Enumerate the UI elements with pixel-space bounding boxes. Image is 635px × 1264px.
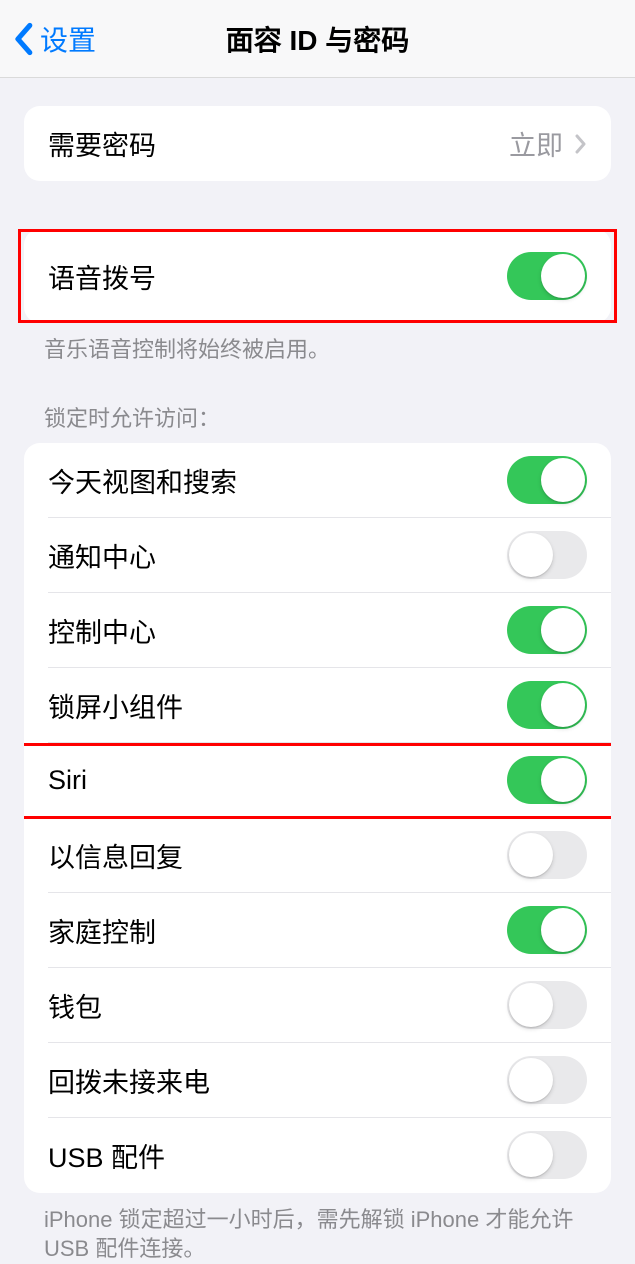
lock-access-row: 控制中心 (24, 593, 611, 668)
lock-access-label: 家庭控制 (48, 911, 156, 950)
require-passcode-group: 需要密码 立即 (24, 106, 611, 181)
lock-access-row: 今天视图和搜索 (24, 443, 611, 518)
lock-access-label: 回拨未接来电 (48, 1061, 210, 1100)
require-passcode-row[interactable]: 需要密码 立即 (24, 106, 611, 181)
lock-access-label: 以信息回复 (48, 836, 183, 875)
lock-access-row: 回拨未接来电 (24, 1043, 611, 1118)
row-value: 立即 (509, 124, 587, 163)
navigation-bar: 设置 面容 ID 与密码 (0, 0, 635, 78)
lock-access-row: USB 配件 (24, 1118, 611, 1193)
back-button[interactable]: 设置 (12, 19, 96, 59)
lock-access-row: 以信息回复 (24, 818, 611, 893)
lock-access-toggle[interactable] (507, 831, 587, 879)
lock-access-label: 锁屏小组件 (48, 686, 183, 725)
lock-access-header: 锁定时允许访问： (44, 401, 591, 433)
require-passcode-label: 需要密码 (48, 124, 156, 163)
back-label: 设置 (40, 19, 96, 59)
lock-access-group: 今天视图和搜索通知中心控制中心锁屏小组件 Siri 以信息回复家庭控制钱包回拨未接来… (24, 443, 611, 1193)
lock-access-label: Siri (48, 765, 87, 796)
lock-access-label: 通知中心 (48, 536, 156, 575)
lock-access-toggle[interactable] (507, 1131, 587, 1179)
chevron-left-icon (12, 22, 34, 56)
lock-access-label: 钱包 (48, 986, 102, 1025)
lock-access-toggle[interactable] (507, 981, 587, 1029)
lock-access-label: USB 配件 (48, 1136, 165, 1175)
voice-dial-group: 语音拨号 (24, 229, 611, 323)
voice-dial-label: 语音拨号 (48, 257, 156, 296)
lock-access-toggle[interactable] (507, 756, 587, 804)
lock-access-row: 锁屏小组件 (24, 668, 611, 743)
lock-access-label: 今天视图和搜索 (48, 461, 237, 500)
lock-access-row: 通知中心 (24, 518, 611, 593)
require-passcode-value: 立即 (509, 124, 563, 163)
lock-access-toggle[interactable] (507, 531, 587, 579)
voice-dial-toggle[interactable] (507, 252, 587, 300)
lock-access-toggle[interactable] (507, 681, 587, 729)
lock-access-row: 钱包 (24, 968, 611, 1043)
lock-access-toggle[interactable] (507, 606, 587, 654)
voice-dial-row: 语音拨号 (24, 229, 611, 323)
chevron-right-icon (575, 134, 587, 154)
lock-access-toggle[interactable] (507, 906, 587, 954)
lock-access-row: Siri (24, 743, 611, 818)
lock-access-label: 控制中心 (48, 611, 156, 650)
lock-access-footer: iPhone 锁定超过一小时后，需先解锁 iPhone 才能允许 USB 配件连… (44, 1205, 591, 1264)
voice-dial-footer: 音乐语音控制将始终被启用。 (44, 335, 591, 365)
lock-access-toggle[interactable] (507, 456, 587, 504)
lock-access-toggle[interactable] (507, 1056, 587, 1104)
lock-access-row: 家庭控制 (24, 893, 611, 968)
